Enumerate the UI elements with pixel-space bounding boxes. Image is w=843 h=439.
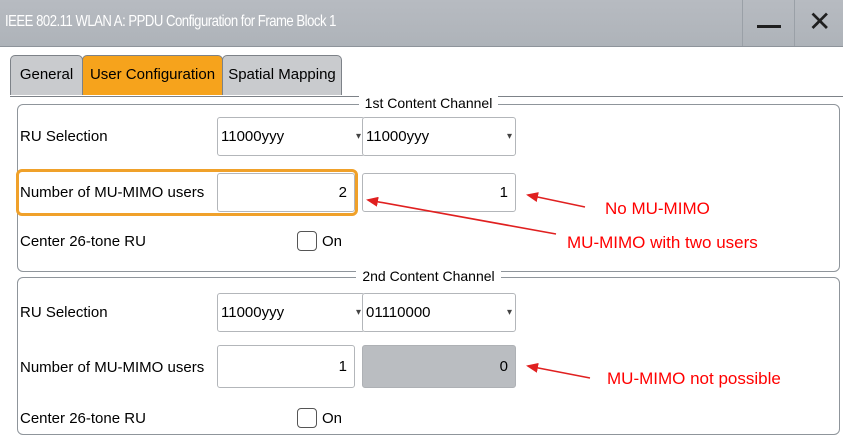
checkbox-on-label: On [322,410,343,427]
minimize-button[interactable] [742,0,794,46]
mu-mimo-users-label: Number of MU-MIMO users [20,184,205,201]
ru-selection-select-2[interactable]: 01110000 ▾ [362,293,516,332]
select-value: 11000yyy [221,128,285,145]
chevron-down-icon: ▾ [355,131,361,142]
annotation-no-mimo: No MU-MIMO [605,199,710,218]
window-title: IEEE 802.11 WLAN A: PPDU Configuration f… [5,13,336,30]
annotation-not-possible: MU-MIMO not possible [607,369,781,388]
group-title: 1st Content Channel [358,95,499,111]
close-button[interactable]: ✕ [794,0,843,46]
center-26-tone-ru-checkbox[interactable] [297,231,317,251]
checkbox-on-label: On [322,233,343,250]
ru-selection-select-2[interactable]: 11000yyy ▾ [362,117,516,156]
close-icon: ✕ [808,5,832,38]
tab-spatial-mapping[interactable]: Spatial Mapping [222,55,342,95]
mu-mimo-users-input-1[interactable]: 2 [217,173,355,212]
center-26-tone-ru-checkbox[interactable] [297,408,317,428]
chevron-down-icon: ▾ [355,307,361,318]
chevron-down-icon: ▾ [506,307,512,318]
center-26-tone-ru-label: Center 26-tone RU [20,410,146,427]
ru-selection-select-1[interactable]: 11000yyy ▾ [217,293,365,332]
tab-general[interactable]: General [10,55,83,95]
select-value: 01110000 [366,304,431,321]
mu-mimo-users-input-1[interactable]: 1 [217,345,355,388]
select-value: 11000yyy [366,128,430,145]
title-bar[interactable]: IEEE 802.11 WLAN A: PPDU Configuration f… [0,0,843,47]
dialog-window: IEEE 802.11 WLAN A: PPDU Configuration f… [0,0,843,439]
ru-selection-select-1[interactable]: 11000yyy ▾ [217,117,365,156]
ru-selection-label: RU Selection [20,128,108,145]
chevron-down-icon: ▾ [506,131,512,142]
mu-mimo-users-input-2-disabled: 0 [362,345,516,388]
center-26-tone-ru-label: Center 26-tone RU [20,233,146,250]
mu-mimo-users-input-2[interactable]: 1 [362,173,516,212]
select-value: 11000yyy [221,304,285,321]
minimize-icon [757,25,781,28]
tab-user-configuration[interactable]: User Configuration [82,55,223,95]
tab-bar: General User Configuration Spatial Mappi… [0,47,843,97]
annotation-two-users: MU-MIMO with two users [567,233,758,252]
ru-selection-label: RU Selection [20,304,108,321]
mu-mimo-users-label: Number of MU-MIMO users [20,359,205,376]
